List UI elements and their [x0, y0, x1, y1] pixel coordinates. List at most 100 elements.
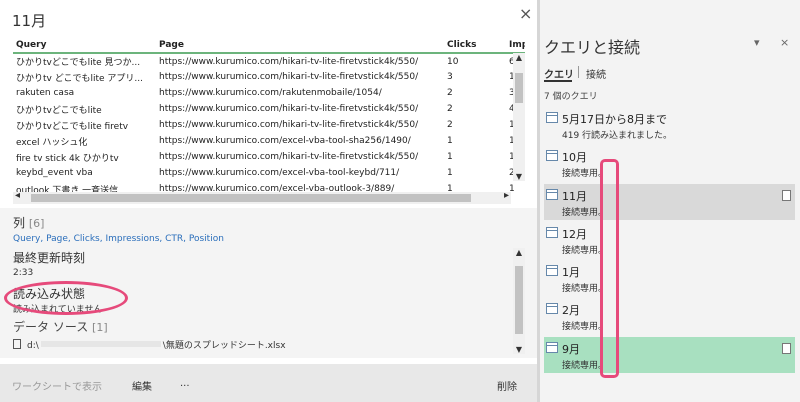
scroll-down-icon[interactable]: ▼ — [513, 172, 525, 181]
query-item[interactable]: 5月17日から8月まで 419 行読み込まれました。 — [544, 107, 795, 143]
cell: 1 — [447, 136, 453, 146]
table-row: ひかりtvどこでもlite 見つか... https://www.kurumico… — [13, 53, 525, 69]
query-name: 9月 — [562, 343, 580, 356]
column-header[interactable]: Clicks — [444, 38, 506, 54]
cell: https://www.kurumico.com/rakutenmobaile/… — [159, 88, 382, 98]
columns-heading-label: 列 — [13, 216, 26, 230]
cell: ひかりtvどこでもlite — [16, 105, 102, 116]
view-in-sheet-button[interactable]: ワークシートで表示 — [12, 378, 102, 393]
query-name: 1月 — [562, 266, 580, 279]
peek-footer: ワークシートで表示 編集 ... 削除 — [0, 364, 537, 402]
cell: https://www.kurumico.com/hikari-tv-lite-… — [159, 104, 419, 114]
query-status: 419 行読み込まれました。 — [562, 131, 673, 141]
query-item[interactable]: 10月 接続専用。 — [544, 145, 795, 181]
scroll-thumb[interactable] — [31, 194, 471, 202]
cell: https://www.kurumico.com/excel-vba-tool-… — [159, 136, 411, 146]
query-item[interactable]: 12月 接続専用。 — [544, 222, 795, 258]
peek-title: 11月 — [12, 12, 47, 30]
grid-horizontal-scrollbar[interactable]: ◂ ▸ — [13, 190, 511, 204]
query-item[interactable]: 2月 接続専用。 — [544, 298, 795, 334]
query-item[interactable]: 1月 接続専用。 — [544, 260, 795, 296]
delete-button[interactable]: 削除 — [497, 378, 517, 393]
cell: 2 — [447, 104, 453, 114]
query-item-hover[interactable]: 9月 接続専用。 — [544, 337, 795, 373]
query-count: 7 個のクエリ — [544, 92, 598, 102]
scroll-left-icon[interactable]: ◂ — [15, 190, 20, 201]
cell: 1 — [447, 152, 453, 162]
table-row: keybd_event vba https://www.kurumico.com/… — [13, 165, 525, 181]
active-tab-indicator — [544, 80, 572, 82]
pane-options-icon[interactable]: ▾ — [754, 36, 760, 49]
cell: 2 — [447, 88, 453, 98]
table-row: ひかりtv どこでもlite アプリ... https://www.kurumic… — [13, 69, 525, 85]
details-scrollbar[interactable]: ▲ ▼ — [513, 248, 525, 354]
table-icon — [546, 227, 558, 238]
cell: excel ハッシュ化 — [16, 137, 88, 148]
query-name: 5月17日から8月まで — [562, 113, 667, 126]
table-row: ひかりtvどこでもlite firetv https://www.kurumico… — [13, 117, 525, 133]
redacted-path — [40, 341, 161, 347]
cell: https://www.kurumico.com/hikari-tv-lite-… — [159, 72, 419, 82]
last-updated-heading: 最終更新時刻 — [13, 251, 86, 265]
file-icon — [13, 339, 21, 349]
cell: 10 — [447, 56, 459, 67]
close-icon[interactable]: × — [780, 36, 789, 49]
table-icon — [546, 303, 558, 314]
scroll-up-icon[interactable]: ▲ — [513, 248, 525, 257]
table-icon — [546, 150, 558, 161]
cell: https://www.kurumico.com/hikari-tv-lite-… — [159, 56, 419, 67]
scroll-down-icon[interactable]: ▼ — [513, 345, 525, 354]
data-source-heading-label: データ ソース — [13, 320, 89, 334]
column-header[interactable]: Imp — [506, 38, 525, 54]
cell: https://www.kurumico.com/excel-vba-tool-… — [159, 168, 400, 178]
scroll-right-icon[interactable]: ▸ — [504, 190, 509, 201]
cell: keybd_event vba — [16, 168, 93, 178]
cell: https://www.kurumico.com/hikari-tv-lite-… — [159, 152, 419, 162]
column-header[interactable]: Page — [156, 38, 444, 54]
table-row: ひかりtvどこでもlite https://www.kurumico.com/hi… — [13, 101, 525, 117]
peek-file-icon[interactable] — [782, 343, 791, 354]
grid-vertical-scrollbar[interactable]: ▲ ▼ — [513, 53, 525, 181]
cell: 1 — [447, 168, 453, 178]
columns-list-link[interactable]: Query, Page, Clicks, Impressions, CTR, P… — [13, 234, 224, 244]
tab-queries[interactable]: クエリ — [544, 66, 574, 81]
cell: https://www.kurumico.com/hikari-tv-lite-… — [159, 120, 419, 130]
queries-connections-pane: クエリと接続 ▾ × クエリ 接続 7 個のクエリ 5月17日から8月まで 41… — [540, 0, 800, 402]
peek-file-icon[interactable] — [782, 190, 791, 201]
data-source-heading: データ ソース [1] — [13, 318, 108, 335]
table-row: rakuten casa https://www.kurumico.com/rak… — [13, 85, 525, 101]
scroll-up-icon[interactable]: ▲ — [513, 53, 525, 62]
cell: 3 — [447, 72, 453, 82]
scroll-thumb[interactable] — [515, 266, 523, 334]
edit-button[interactable]: 編集 — [132, 378, 152, 393]
close-icon[interactable]: × — [519, 4, 532, 23]
annotation-rectangle — [600, 159, 619, 378]
grid-header-row: Query Page Clicks Imp — [13, 38, 525, 54]
tab-separator — [578, 66, 579, 78]
excel-window: 11月 × Query Page Clicks Imp ひかりtvどこでもlit… — [0, 0, 800, 402]
query-name: 2月 — [562, 304, 580, 317]
tab-connections[interactable]: 接続 — [586, 66, 606, 81]
scroll-thumb[interactable] — [515, 73, 523, 103]
cell: fire tv stick 4k ひかりtv — [16, 153, 119, 164]
data-source-filename: \無題のスプレッドシート.xlsx — [162, 341, 286, 351]
pane-title: クエリと接続 — [544, 38, 641, 57]
query-name: 11月 — [562, 190, 587, 203]
table-icon — [546, 189, 558, 200]
columns-count: [6] — [28, 217, 45, 230]
query-peek-panel: 11月 × Query Page Clicks Imp ひかりtvどこでもlit… — [0, 0, 537, 402]
cell: 2 — [447, 120, 453, 130]
data-source-count: [1] — [92, 321, 108, 334]
data-source-path: d:\ \無題のスプレッドシート.xlsx — [13, 338, 286, 351]
cell: rakuten casa — [16, 88, 75, 98]
cell: ひかりtvどこでもlite 見つか... — [16, 58, 141, 68]
table-icon — [546, 265, 558, 276]
table-row: excel ハッシュ化 https://www.kurumico.com/exce… — [13, 133, 525, 149]
table-icon — [546, 112, 558, 123]
query-item-selected[interactable]: 11月 接続専用。 — [544, 184, 795, 220]
more-options-button[interactable]: ... — [180, 378, 190, 389]
column-header[interactable]: Query — [13, 38, 156, 54]
cell: ひかりtv どこでもlite アプリ... — [16, 73, 143, 84]
last-updated-value: 2:33 — [13, 268, 34, 278]
table-row: fire tv stick 4k ひかりtv https://www.kurumi… — [13, 149, 525, 165]
